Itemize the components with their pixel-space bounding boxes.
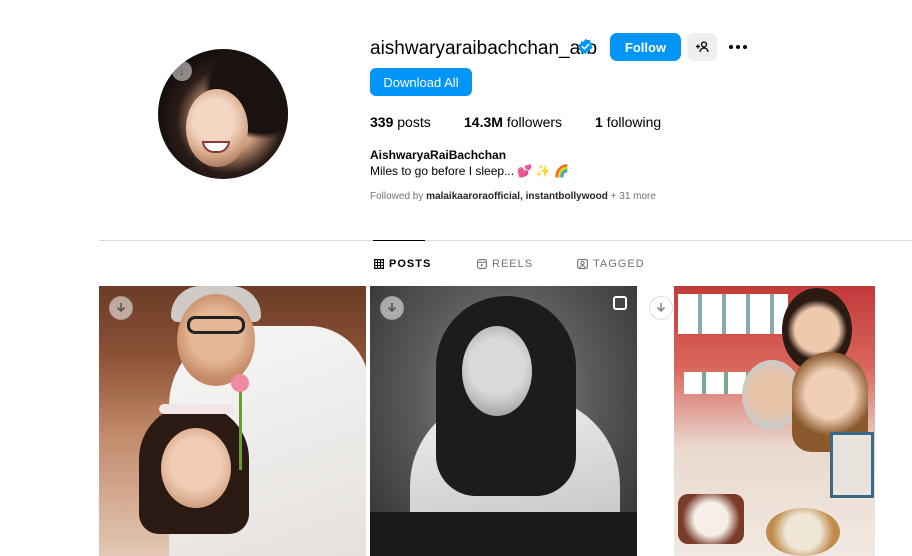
download-icon[interactable] bbox=[109, 296, 133, 320]
suggest-users-button[interactable] bbox=[687, 33, 717, 61]
post-figure bbox=[159, 404, 235, 414]
post-thumbnail[interactable] bbox=[674, 286, 875, 556]
profile-full-name: AishwaryaRaiBachchan bbox=[370, 148, 507, 162]
profile-avatar[interactable]: ↓ bbox=[158, 49, 288, 179]
tab-reels[interactable]: REELS bbox=[477, 258, 533, 270]
followed-by-more: + 31 more bbox=[610, 191, 656, 202]
post-figure bbox=[177, 294, 255, 386]
tagged-icon bbox=[577, 259, 588, 269]
following-label: following bbox=[606, 114, 662, 130]
cake bbox=[678, 494, 744, 544]
post-figure bbox=[161, 428, 231, 508]
post-figure bbox=[370, 512, 637, 556]
post-figure bbox=[187, 316, 245, 334]
followers-stat[interactable]: 14.3M followers bbox=[464, 114, 562, 130]
rose-stem bbox=[239, 390, 242, 470]
tab-posts-label: POSTS bbox=[389, 258, 432, 270]
profile-username: aishwaryaraibachchan_arb bbox=[370, 38, 598, 59]
post-thumbnail[interactable] bbox=[370, 286, 637, 556]
post-figure bbox=[462, 326, 532, 416]
dot bbox=[736, 45, 740, 49]
framed-photo bbox=[830, 432, 874, 498]
dot bbox=[729, 45, 733, 49]
followed-by-users: malaikaaroraofficial, instantbollywood bbox=[426, 191, 608, 202]
verified-badge-icon bbox=[578, 38, 593, 55]
tabs-divider bbox=[99, 240, 912, 241]
follow-button[interactable]: Follow bbox=[610, 33, 681, 61]
tab-reels-label: REELS bbox=[492, 258, 534, 270]
posts-stat: 339 posts bbox=[370, 114, 431, 130]
avatar-face bbox=[186, 89, 248, 167]
cake bbox=[766, 508, 840, 556]
rose bbox=[231, 374, 249, 392]
wall-frames bbox=[678, 294, 788, 334]
followed-by-prefix: Followed by bbox=[370, 191, 424, 202]
download-all-button[interactable]: Download All bbox=[370, 68, 472, 96]
download-icon[interactable] bbox=[649, 296, 673, 320]
posts-label: posts bbox=[397, 114, 431, 130]
following-count: 1 bbox=[595, 114, 603, 130]
carousel-icon bbox=[613, 296, 627, 310]
download-icon[interactable] bbox=[380, 296, 404, 320]
tab-posts[interactable]: POSTS bbox=[374, 258, 431, 270]
reels-icon bbox=[477, 259, 487, 269]
profile-bio: Miles to go before I sleep... 💕 ✨ 🌈 bbox=[370, 164, 569, 178]
tab-tagged-label: TAGGED bbox=[593, 258, 645, 270]
dot bbox=[743, 45, 747, 49]
more-options-button[interactable] bbox=[726, 38, 750, 56]
active-tab-indicator bbox=[373, 240, 425, 241]
avatar-download-icon[interactable]: ↓ bbox=[172, 61, 192, 81]
post-thumbnail[interactable] bbox=[99, 286, 366, 556]
tab-tagged[interactable]: TAGGED bbox=[577, 258, 645, 270]
grid-icon bbox=[374, 259, 384, 269]
followers-count: 14.3M bbox=[464, 114, 503, 130]
followers-label: followers bbox=[506, 114, 563, 130]
posts-count: 339 bbox=[370, 114, 394, 130]
followed-by-line[interactable]: Followed by malaikaaroraofficial, instan… bbox=[370, 191, 656, 202]
following-stat[interactable]: 1 following bbox=[595, 114, 661, 130]
add-user-icon bbox=[696, 41, 709, 53]
